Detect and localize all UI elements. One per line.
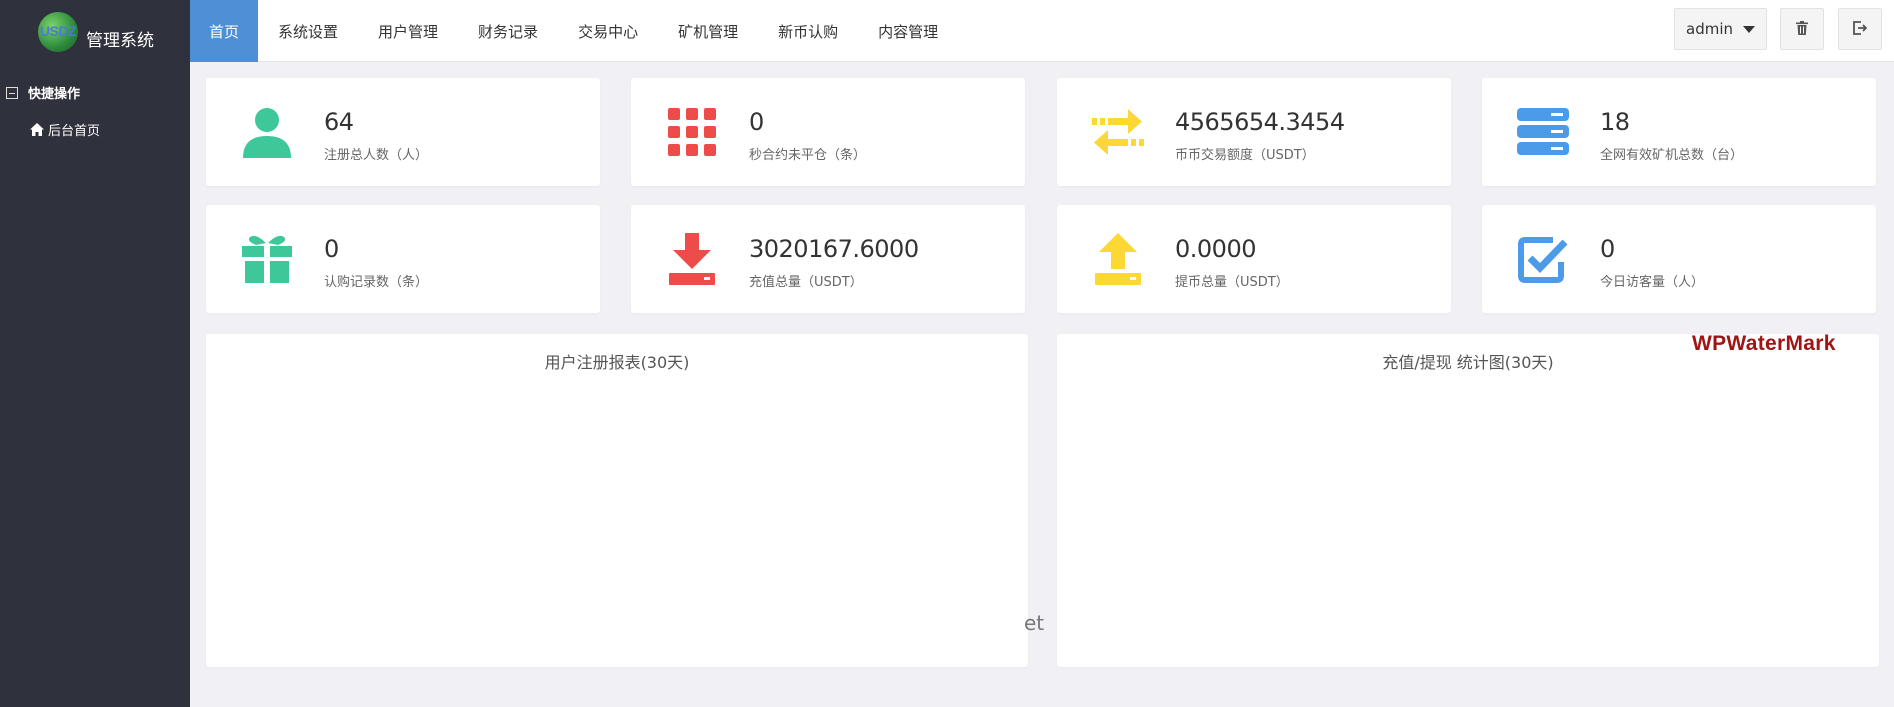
nav-new-coin-subscription[interactable]: 新币认购 — [758, 0, 858, 62]
grid-icon — [664, 104, 720, 160]
collapse-icon — [6, 86, 18, 99]
caret-down-icon — [1743, 25, 1755, 33]
logo-mark-text: USDZ — [39, 22, 77, 39]
logo[interactable]: USDZ 管理系统 — [0, 0, 190, 63]
nav-miner-management[interactable]: 矿机管理 — [658, 0, 758, 62]
stat-card-total-deposits: 3020167.6000 充值总量（USDT） — [631, 205, 1025, 313]
stat-label: 币币交易额度（USDT） — [1175, 148, 1315, 163]
user-icon — [239, 104, 295, 160]
stray-text: et — [1024, 611, 1045, 635]
sidebar-item-label: 后台首页 — [48, 124, 101, 139]
nav-system-settings[interactable]: 系统设置 — [258, 0, 358, 62]
stat-value: 4565654.3454 — [1175, 108, 1345, 136]
main-nav: 首页 系统设置 用户管理 财务记录 交易中心 矿机管理 新币认购 内容管理 — [190, 0, 1894, 62]
clear-cache-button[interactable] — [1780, 8, 1824, 50]
user-registration-chart-panel: 用户注册报表(30天) — [206, 334, 1028, 667]
download-icon — [664, 231, 720, 287]
logout-icon — [1853, 20, 1868, 39]
deposit-withdraw-chart-panel: 充值/提现 统计图(30天) — [1057, 334, 1879, 667]
stat-value: 3020167.6000 — [749, 235, 919, 263]
stat-label: 提币总量（USDT） — [1175, 275, 1289, 290]
stat-value: 0 — [749, 108, 764, 136]
stat-card-active-miners: 18 全网有效矿机总数（台） — [1482, 78, 1876, 186]
nav-home[interactable]: 首页 — [190, 0, 259, 62]
stat-card-registered-users: 64 注册总人数（人） — [206, 78, 600, 186]
stat-value: 18 — [1600, 108, 1630, 136]
admin-label: admin — [1686, 20, 1733, 38]
stat-label: 认购记录数（条） — [324, 275, 429, 290]
home-icon — [30, 123, 44, 136]
sidebar-item-dashboard-home[interactable]: 后台首页 — [0, 120, 190, 139]
stat-label: 全网有效矿机总数（台） — [1600, 148, 1744, 163]
stat-card-total-withdrawals: 0.0000 提币总量（USDT） — [1057, 205, 1451, 313]
nav-content-management[interactable]: 内容管理 — [858, 0, 958, 62]
stat-label: 注册总人数（人） — [324, 148, 429, 163]
stat-value: 0 — [1600, 235, 1615, 263]
stat-value: 0 — [324, 235, 339, 263]
watermark: WPWaterMark — [1692, 332, 1836, 355]
stat-card-open-contracts: 0 秒合约未平仓（条） — [631, 78, 1025, 186]
admin-dropdown-button[interactable]: admin — [1674, 8, 1767, 50]
stat-label: 今日访客量（人） — [1600, 275, 1705, 290]
nav-trading-center[interactable]: 交易中心 — [558, 0, 658, 62]
exchange-icon — [1090, 104, 1146, 160]
server-icon — [1515, 104, 1571, 160]
gift-icon — [239, 231, 295, 287]
stat-label: 秒合约未平仓（条） — [749, 148, 867, 163]
nav-finance-records[interactable]: 财务记录 — [458, 0, 558, 62]
logo-globe-icon: USDZ — [36, 10, 80, 54]
stat-value: 0.0000 — [1175, 235, 1256, 263]
trash-icon — [1796, 20, 1808, 39]
checkbox-icon — [1515, 231, 1571, 287]
stat-label: 充值总量（USDT） — [749, 275, 863, 290]
stat-card-subscription-records: 0 认购记录数（条） — [206, 205, 600, 313]
upload-icon — [1090, 231, 1146, 287]
top-navbar: 首页 系统设置 用户管理 财务记录 交易中心 矿机管理 新币认购 内容管理 — [190, 0, 1894, 62]
stat-value: 64 — [324, 108, 354, 136]
logo-title: 管理系统 — [86, 31, 154, 51]
stat-card-today-visitors: 0 今日访客量（人） — [1482, 205, 1876, 313]
panel-title: 用户注册报表(30天) — [544, 353, 690, 372]
stat-card-coin-trading-volume: 4565654.3454 币币交易额度（USDT） — [1057, 78, 1451, 186]
logout-button[interactable] — [1838, 8, 1882, 50]
nav-user-management[interactable]: 用户管理 — [358, 0, 458, 62]
quick-actions-toggle[interactable]: 快捷操作 — [0, 83, 190, 102]
quick-actions-label: 快捷操作 — [28, 87, 81, 102]
sidebar: USDZ 管理系统 快捷操作 后台首页 — [0, 0, 190, 707]
